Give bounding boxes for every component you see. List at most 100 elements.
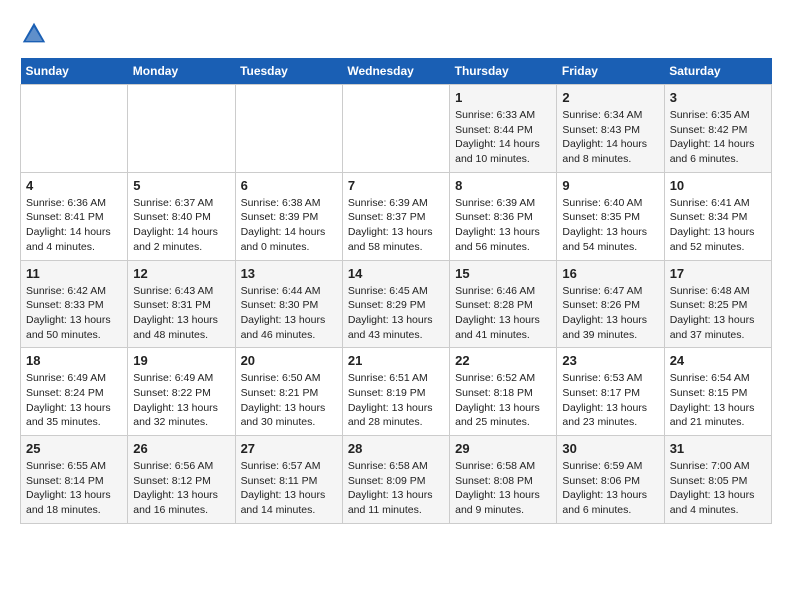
day-number: 30 [562, 441, 658, 456]
day-number: 8 [455, 178, 551, 193]
day-number: 11 [26, 266, 122, 281]
calendar-cell: 10Sunrise: 6:41 AMSunset: 8:34 PMDayligh… [664, 172, 771, 260]
calendar-cell: 18 Sunrise: 6:49 AMSunset: 8:24 PMDayligh… [21, 348, 128, 436]
calendar-cell: 19 Sunrise: 6:49 AMSunset: 8:22 PMDayligh… [128, 348, 235, 436]
day-header-monday: Monday [128, 58, 235, 85]
calendar-cell: 30 Sunrise: 6:59 AMSunset: 8:06 PMDayligh… [557, 436, 664, 524]
calendar-cell: 17 Sunrise: 6:48 AMSunset: 8:25 PMDayligh… [664, 260, 771, 348]
calendar-cell: 24 Sunrise: 6:54 AMSunset: 8:15 PMDayligh… [664, 348, 771, 436]
day-info: Sunrise: 6:56 AMSunset: 8:12 PMDaylight:… [133, 459, 229, 518]
calendar-cell: 5 Sunrise: 6:37 AMSunset: 8:40 PMDaylight… [128, 172, 235, 260]
calendar-cell: 31Sunrise: 7:00 AMSunset: 8:05 PMDayligh… [664, 436, 771, 524]
calendar-cell: 6Sunrise: 6:38 AMSunset: 8:39 PMDaylight… [235, 172, 342, 260]
logo-icon [20, 20, 48, 48]
day-number: 5 [133, 178, 229, 193]
calendar-cell: 11Sunrise: 6:42 AMSunset: 8:33 PMDayligh… [21, 260, 128, 348]
day-info: Sunrise: 6:50 AMSunset: 8:21 PMDaylight:… [241, 371, 337, 430]
day-info: Sunrise: 7:00 AMSunset: 8:05 PMDaylight:… [670, 459, 766, 518]
calendar-cell: 23 Sunrise: 6:53 AMSunset: 8:17 PMDayligh… [557, 348, 664, 436]
day-number: 27 [241, 441, 337, 456]
day-header-sunday: Sunday [21, 58, 128, 85]
day-number: 29 [455, 441, 551, 456]
day-number: 16 [562, 266, 658, 281]
day-info: Sunrise: 6:52 AMSunset: 8:18 PMDaylight:… [455, 371, 551, 430]
calendar-cell: 26 Sunrise: 6:56 AMSunset: 8:12 PMDayligh… [128, 436, 235, 524]
calendar-cell [21, 85, 128, 173]
calendar-cell: 28 Sunrise: 6:58 AMSunset: 8:09 PMDayligh… [342, 436, 449, 524]
day-info: Sunrise: 6:39 AMSunset: 8:37 PMDaylight:… [348, 196, 444, 255]
day-info: Sunrise: 6:37 AMSunset: 8:40 PMDaylight:… [133, 196, 229, 255]
day-number: 26 [133, 441, 229, 456]
calendar-cell: 15 Sunrise: 6:46 AMSunset: 8:28 PMDayligh… [450, 260, 557, 348]
calendar-cell: 7 Sunrise: 6:39 AMSunset: 8:37 PMDaylight… [342, 172, 449, 260]
calendar-week-row: 11Sunrise: 6:42 AMSunset: 8:33 PMDayligh… [21, 260, 772, 348]
day-number: 15 [455, 266, 551, 281]
day-number: 28 [348, 441, 444, 456]
day-number: 22 [455, 353, 551, 368]
day-number: 1 [455, 90, 551, 105]
day-info: Sunrise: 6:36 AMSunset: 8:41 PMDaylight:… [26, 196, 122, 255]
calendar-cell: 12Sunrise: 6:43 AMSunset: 8:31 PMDayligh… [128, 260, 235, 348]
day-info: Sunrise: 6:40 AMSunset: 8:35 PMDaylight:… [562, 196, 658, 255]
day-number: 4 [26, 178, 122, 193]
calendar-week-row: 18 Sunrise: 6:49 AMSunset: 8:24 PMDayligh… [21, 348, 772, 436]
calendar-week-row: 4 Sunrise: 6:36 AMSunset: 8:41 PMDaylight… [21, 172, 772, 260]
day-info: Sunrise: 6:49 AMSunset: 8:24 PMDaylight:… [26, 371, 122, 430]
calendar-table: SundayMondayTuesdayWednesdayThursdayFrid… [20, 58, 772, 524]
calendar-cell: 29Sunrise: 6:58 AMSunset: 8:08 PMDayligh… [450, 436, 557, 524]
day-number: 9 [562, 178, 658, 193]
day-number: 20 [241, 353, 337, 368]
calendar-cell [342, 85, 449, 173]
page-header [20, 20, 772, 48]
calendar-cell: 9 Sunrise: 6:40 AMSunset: 8:35 PMDaylight… [557, 172, 664, 260]
day-number: 14 [348, 266, 444, 281]
day-info: Sunrise: 6:35 AMSunset: 8:42 PMDaylight:… [670, 108, 766, 167]
day-info: Sunrise: 6:54 AMSunset: 8:15 PMDaylight:… [670, 371, 766, 430]
calendar-cell [128, 85, 235, 173]
day-info: Sunrise: 6:49 AMSunset: 8:22 PMDaylight:… [133, 371, 229, 430]
day-number: 13 [241, 266, 337, 281]
day-number: 21 [348, 353, 444, 368]
day-header-thursday: Thursday [450, 58, 557, 85]
calendar-cell: 3 Sunrise: 6:35 AMSunset: 8:42 PMDaylight… [664, 85, 771, 173]
day-info: Sunrise: 6:44 AMSunset: 8:30 PMDaylight:… [241, 284, 337, 343]
day-info: Sunrise: 6:45 AMSunset: 8:29 PMDaylight:… [348, 284, 444, 343]
calendar-header-row: SundayMondayTuesdayWednesdayThursdayFrid… [21, 58, 772, 85]
day-info: Sunrise: 6:33 AMSunset: 8:44 PMDaylight:… [455, 108, 551, 167]
day-info: Sunrise: 6:59 AMSunset: 8:06 PMDaylight:… [562, 459, 658, 518]
calendar-week-row: 25 Sunrise: 6:55 AMSunset: 8:14 PMDayligh… [21, 436, 772, 524]
day-number: 19 [133, 353, 229, 368]
calendar-cell: 20 Sunrise: 6:50 AMSunset: 8:21 PMDayligh… [235, 348, 342, 436]
day-info: Sunrise: 6:57 AMSunset: 8:11 PMDaylight:… [241, 459, 337, 518]
day-info: Sunrise: 6:48 AMSunset: 8:25 PMDaylight:… [670, 284, 766, 343]
day-header-wednesday: Wednesday [342, 58, 449, 85]
day-number: 25 [26, 441, 122, 456]
calendar-cell: 21Sunrise: 6:51 AMSunset: 8:19 PMDayligh… [342, 348, 449, 436]
day-number: 7 [348, 178, 444, 193]
day-info: Sunrise: 6:41 AMSunset: 8:34 PMDaylight:… [670, 196, 766, 255]
calendar-cell: 1 Sunrise: 6:33 AMSunset: 8:44 PMDaylight… [450, 85, 557, 173]
calendar-cell: 16Sunrise: 6:47 AMSunset: 8:26 PMDayligh… [557, 260, 664, 348]
day-number: 2 [562, 90, 658, 105]
day-info: Sunrise: 6:39 AMSunset: 8:36 PMDaylight:… [455, 196, 551, 255]
day-number: 24 [670, 353, 766, 368]
day-info: Sunrise: 6:55 AMSunset: 8:14 PMDaylight:… [26, 459, 122, 518]
day-number: 3 [670, 90, 766, 105]
calendar-cell: 14 Sunrise: 6:45 AMSunset: 8:29 PMDayligh… [342, 260, 449, 348]
day-info: Sunrise: 6:43 AMSunset: 8:31 PMDaylight:… [133, 284, 229, 343]
day-info: Sunrise: 6:46 AMSunset: 8:28 PMDaylight:… [455, 284, 551, 343]
day-number: 23 [562, 353, 658, 368]
day-header-friday: Friday [557, 58, 664, 85]
calendar-cell [235, 85, 342, 173]
calendar-cell: 2Sunrise: 6:34 AMSunset: 8:43 PMDaylight… [557, 85, 664, 173]
calendar-cell: 27 Sunrise: 6:57 AMSunset: 8:11 PMDayligh… [235, 436, 342, 524]
day-info: Sunrise: 6:58 AMSunset: 8:09 PMDaylight:… [348, 459, 444, 518]
day-number: 17 [670, 266, 766, 281]
calendar-cell: 8 Sunrise: 6:39 AMSunset: 8:36 PMDaylight… [450, 172, 557, 260]
calendar-week-row: 1 Sunrise: 6:33 AMSunset: 8:44 PMDaylight… [21, 85, 772, 173]
day-info: Sunrise: 6:53 AMSunset: 8:17 PMDaylight:… [562, 371, 658, 430]
day-header-tuesday: Tuesday [235, 58, 342, 85]
day-number: 18 [26, 353, 122, 368]
logo [20, 20, 54, 48]
day-info: Sunrise: 6:38 AMSunset: 8:39 PMDaylight:… [241, 196, 337, 255]
